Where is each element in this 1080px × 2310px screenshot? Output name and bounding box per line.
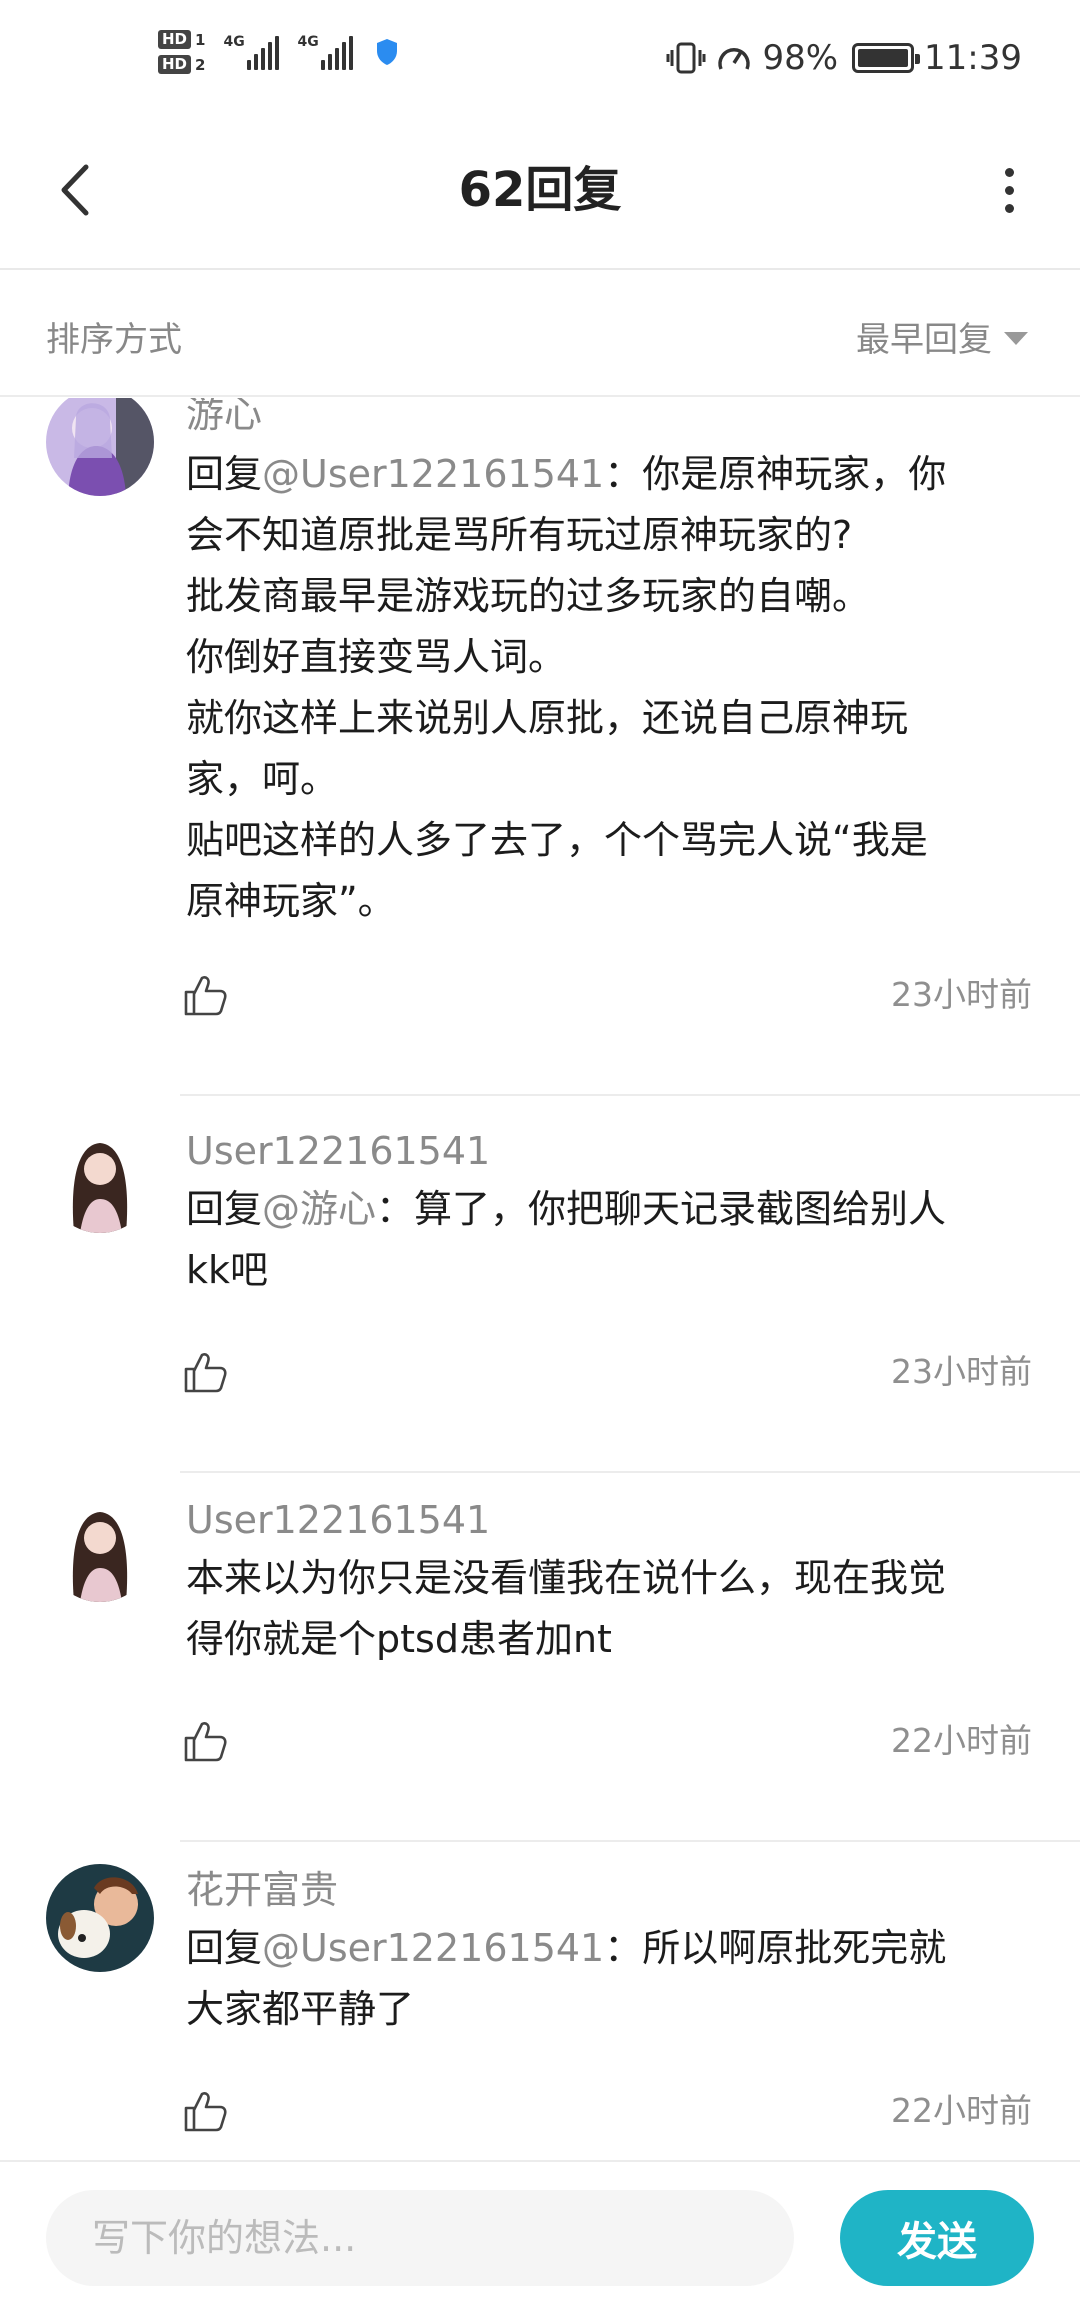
- more-options-button[interactable]: [974, 155, 1044, 225]
- like-button[interactable]: [182, 1718, 228, 1764]
- divider: [180, 1471, 1080, 1473]
- sort-dropdown[interactable]: 最早回复: [856, 312, 1028, 361]
- sort-bar: 排序方式 最早回复: [0, 272, 1080, 397]
- page-title: 62回复: [458, 162, 622, 218]
- like-button[interactable]: [182, 972, 228, 1018]
- comment-line: 原神玩家”。: [186, 879, 396, 923]
- hd-badge-1: HD: [158, 30, 192, 49]
- more-dot-icon: [1004, 185, 1014, 195]
- hd-num-1: 1: [195, 30, 206, 49]
- comment-line: 本来以为你只是没看懂我在说什么，现在我觉: [186, 1556, 947, 1600]
- mention-link[interactable]: @User122161541: [262, 452, 604, 496]
- like-button[interactable]: [182, 2088, 228, 2134]
- comment-item: User122161541 回复@游心：算了，你把聊天记录截图给别人 kk吧 2…: [0, 1125, 1080, 1495]
- divider: [180, 1840, 1080, 1842]
- comment-time: 23小时前: [891, 975, 1032, 1014]
- comment-item: 游心 回复@User122161541：你是原神玩家，你 会不知道原批是骂所有玩…: [0, 398, 1080, 1098]
- more-dot-icon: [1004, 167, 1014, 177]
- comment-item: User122161541 本来以为你只是没看懂我在说什么，现在我觉 得你就是个…: [0, 1494, 1080, 1864]
- hd-indicators: HD 1 HD 2: [158, 30, 205, 74]
- comment-time: 22小时前: [891, 2091, 1032, 2130]
- thumbs-up-icon: [184, 1722, 227, 1762]
- avatar-image: [46, 1494, 154, 1602]
- comment-time: 23小时前: [891, 1352, 1032, 1391]
- comment-item: 花开富贵 回复@User122161541：所以啊原批死完就 大家都平静了 22…: [0, 1864, 1080, 2160]
- hd-num-2: 2: [195, 55, 206, 74]
- status-right: 98% 11:39: [666, 38, 1022, 78]
- comment-line: ：所以啊原批死完就: [604, 1926, 947, 1970]
- avatar-image: [46, 1125, 154, 1233]
- comment-text: 回复@User122161541：你是原神玩家，你 会不知道原批是骂所有玩过原神…: [186, 444, 1036, 932]
- thumbs-up-icon: [184, 1353, 227, 1393]
- caret-down-icon: [1004, 332, 1028, 345]
- more-dot-icon: [1004, 203, 1014, 213]
- sort-label: 排序方式: [46, 320, 182, 360]
- comment-line: 你倒好直接变骂人词。: [186, 635, 567, 679]
- avatar[interactable]: [46, 398, 154, 496]
- header: 62回复: [0, 125, 1080, 270]
- comment-author[interactable]: User122161541: [186, 1125, 490, 1177]
- avatar-image: [46, 398, 154, 496]
- reply-prefix: 回复: [186, 1926, 263, 1970]
- reply-prefix: 回复: [186, 1187, 263, 1231]
- signal-icon-2: 4G: [297, 34, 354, 70]
- comment-line: 大家都平静了: [186, 1987, 415, 2031]
- thumbs-up-icon: [184, 976, 227, 1016]
- avatar[interactable]: [46, 1864, 154, 1972]
- reply-input[interactable]: 写下你的想法...: [46, 2190, 794, 2286]
- comment-line: ：你是原神玩家，你: [604, 452, 947, 496]
- sort-selected-value: 最早回复: [856, 320, 992, 360]
- like-button[interactable]: [182, 1349, 228, 1395]
- divider: [180, 1094, 1080, 1096]
- speedometer-icon: [718, 48, 751, 70]
- network-label-2: 4G: [297, 34, 319, 50]
- comment-time: 22小时前: [891, 1721, 1032, 1760]
- comment-line: 贴吧这样的人多了去了，个个骂完人说“我是: [186, 818, 928, 862]
- thumbs-up-icon: [184, 2092, 227, 2132]
- avatar-image: [46, 1864, 154, 1972]
- comment-text: 回复@游心：算了，你把聊天记录截图给别人 kk吧: [186, 1179, 1036, 1301]
- avatar[interactable]: [46, 1125, 154, 1233]
- hd-badge-2: HD: [158, 55, 192, 74]
- comment-author[interactable]: User122161541: [186, 1494, 490, 1546]
- send-button[interactable]: 发送: [840, 2190, 1034, 2286]
- status-bar: HD 1 HD 2 4G 4G 98% 11:39: [0, 0, 1080, 125]
- avatar[interactable]: [46, 1494, 154, 1602]
- vibrate-icon: [666, 42, 706, 74]
- mention-link[interactable]: @游心: [262, 1187, 376, 1231]
- comment-line: 得你就是个ptsd患者加nt: [186, 1617, 612, 1661]
- comment-line: kk吧: [186, 1248, 269, 1292]
- battery-icon: [852, 43, 921, 73]
- comment-text: 回复@User122161541：所以啊原批死完就 大家都平静了: [186, 1918, 1036, 2040]
- reply-bar: 写下你的想法... 发送: [0, 2160, 1080, 2310]
- network-label-1: 4G: [223, 34, 245, 50]
- comment-list[interactable]: 游心 回复@User122161541：你是原神玩家，你 会不知道原批是骂所有玩…: [0, 398, 1080, 2160]
- reply-prefix: 回复: [186, 452, 263, 496]
- clock: 11:39: [924, 38, 1022, 78]
- comment-author[interactable]: 花开富贵: [186, 1864, 338, 1916]
- shield-icon: [377, 39, 398, 65]
- comment-line: 会不知道原批是骂所有玩过原神玩家的?: [186, 513, 853, 557]
- comment-line: ：算了，你把聊天记录截图给别人: [376, 1187, 947, 1231]
- comment-author[interactable]: 游心: [186, 398, 262, 440]
- mention-link[interactable]: @User122161541: [262, 1926, 604, 1970]
- comment-line: 批发商最早是游戏玩的过多玩家的自嘲。: [186, 574, 871, 618]
- status-left: HD 1 HD 2 4G 4G: [158, 30, 399, 74]
- comment-text: 本来以为你只是没看懂我在说什么，现在我觉 得你就是个ptsd患者加nt: [186, 1548, 1036, 1670]
- signal-icon-1: 4G: [223, 34, 280, 70]
- comment-line: 就你这样上来说别人原批，还说自己原神玩: [186, 696, 909, 740]
- comment-line: 家，呵。: [186, 757, 339, 801]
- battery-percent: 98%: [762, 38, 839, 78]
